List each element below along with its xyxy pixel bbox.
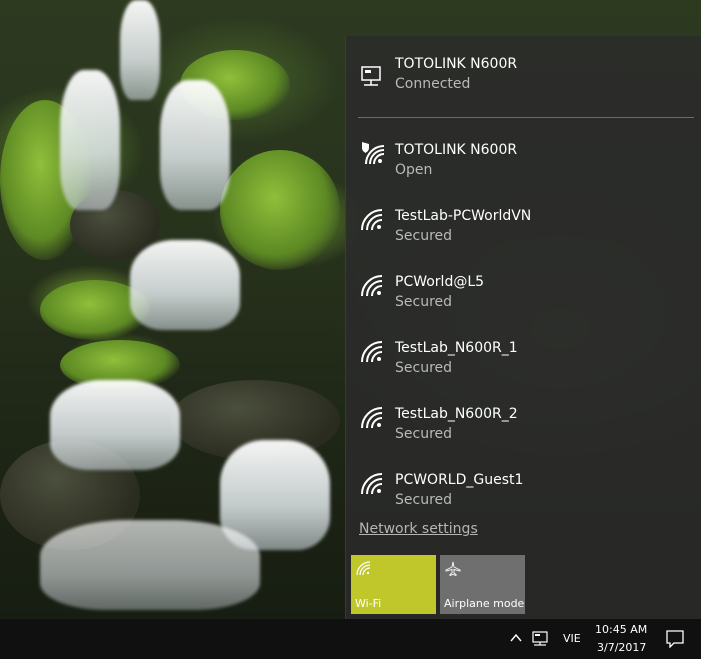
clock-time: 10:45 AM bbox=[595, 623, 648, 636]
network-name: PCWORLD_Guest1 bbox=[395, 472, 524, 488]
chevron-up-icon bbox=[510, 633, 522, 642]
divider bbox=[358, 117, 694, 118]
moss-patch bbox=[220, 150, 340, 270]
network-status: Open bbox=[395, 162, 433, 178]
wifi-icon bbox=[361, 341, 383, 363]
network-tray-icon bbox=[532, 631, 548, 646]
network-name: TOTOLINK N600R bbox=[395, 142, 518, 158]
network-item[interactable]: PCWorld@L5 Secured bbox=[346, 260, 701, 326]
network-status: Secured bbox=[395, 294, 453, 310]
network-flyout: TOTOLINK N600R Connected TOTOLINK N600R … bbox=[345, 36, 701, 619]
wifi-icon bbox=[361, 275, 383, 297]
network-name: TestLab_N600R_1 bbox=[395, 340, 518, 356]
airplane-mode-tile[interactable]: Airplane mode bbox=[440, 555, 525, 614]
clock-button[interactable]: 10:45 AM 3/7/2017 bbox=[590, 619, 652, 659]
network-item[interactable]: PCWORLD_Guest1 Secured bbox=[346, 458, 701, 524]
wifi-icon bbox=[356, 561, 371, 576]
network-item[interactable]: TestLab-PCWorldVN Secured bbox=[346, 194, 701, 260]
airplane-tile-label: Airplane mode bbox=[444, 597, 525, 610]
network-name: TOTOLINK N600R bbox=[395, 56, 518, 72]
input-language-button[interactable]: VIE bbox=[558, 619, 586, 659]
network-status: Secured bbox=[395, 228, 453, 244]
wifi-tile-label: Wi-Fi bbox=[355, 597, 382, 610]
network-status: Secured bbox=[395, 492, 453, 508]
network-item[interactable]: TestLab_N600R_2 Secured bbox=[346, 392, 701, 458]
network-tray-button[interactable] bbox=[528, 619, 554, 659]
network-item[interactable]: TOTOLINK N600R Open bbox=[346, 128, 701, 194]
show-hidden-icons-button[interactable] bbox=[505, 619, 527, 659]
waterfall bbox=[60, 70, 120, 210]
network-status: Secured bbox=[395, 426, 453, 442]
action-center-button[interactable] bbox=[660, 619, 690, 659]
wifi-toggle-tile[interactable]: Wi-Fi bbox=[351, 555, 436, 614]
network-name: TestLab-PCWorldVN bbox=[395, 208, 532, 224]
network-status: Secured bbox=[395, 360, 453, 376]
language-indicator: VIE bbox=[563, 632, 581, 645]
waterfall bbox=[160, 80, 230, 210]
wifi-secured-icon bbox=[362, 142, 385, 165]
ethernet-icon bbox=[361, 66, 381, 86]
clock-date: 3/7/2017 bbox=[597, 641, 647, 654]
action-center-icon bbox=[666, 630, 684, 648]
airplane-icon bbox=[445, 561, 461, 577]
network-name: PCWorld@L5 bbox=[395, 274, 485, 290]
taskbar: VIE 10:45 AM 3/7/2017 bbox=[0, 619, 701, 659]
network-name: TestLab_N600R_2 bbox=[395, 406, 518, 422]
wifi-icon bbox=[361, 407, 383, 429]
waterfall bbox=[120, 0, 160, 100]
waterfall bbox=[50, 380, 180, 470]
network-settings-link[interactable]: Network settings bbox=[359, 521, 478, 537]
network-item[interactable]: TestLab_N600R_1 Secured bbox=[346, 326, 701, 392]
wifi-icon bbox=[361, 209, 383, 231]
waterfall bbox=[40, 520, 260, 610]
wifi-icon bbox=[361, 473, 383, 495]
waterfall bbox=[130, 240, 240, 330]
network-status: Connected bbox=[395, 76, 471, 92]
connected-network-item[interactable]: TOTOLINK N600R Connected bbox=[346, 36, 701, 102]
